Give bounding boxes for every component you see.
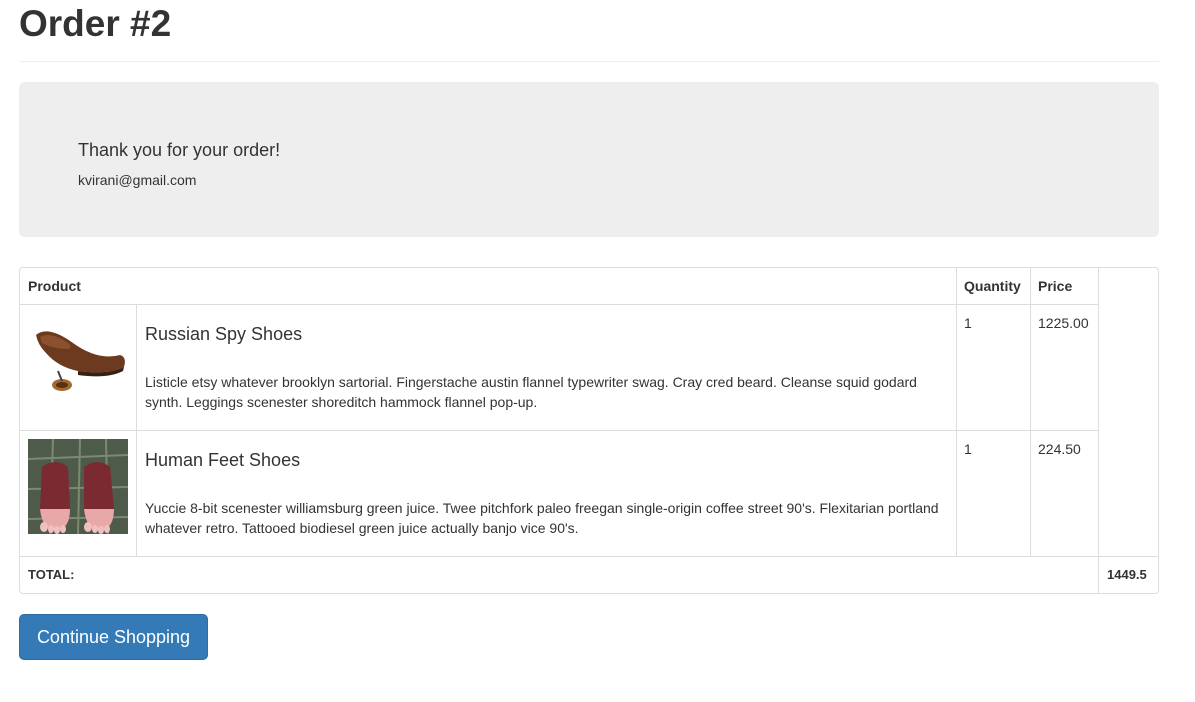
order-confirmation-panel: Thank you for your order! kvirani@gmail.… [19,82,1159,237]
product-price: 1225.00 [1038,315,1089,331]
price-column-end [1098,268,1099,556]
price-column-divider [1030,268,1031,556]
total-value: 1449.5 [1107,567,1147,582]
product-quantity: 1 [964,315,972,331]
customer-email: kvirani@gmail.com [78,172,197,188]
header-product: Product [28,278,81,294]
header-divider [20,304,1098,305]
quantity-column-divider [956,268,957,556]
total-label: TOTAL: [28,567,75,582]
brown-spy-shoe-image [28,313,128,408]
title-divider [19,61,1159,62]
product-quantity: 1 [964,441,972,457]
confirmation-heading: Thank you for your order! [78,140,281,160]
total-value-divider [1098,556,1099,593]
page-title: Order #2 [19,3,172,44]
product-name[interactable]: Russian Spy Shoes [145,323,302,345]
product-description: Listicle etsy whatever brooklyn sartoria… [145,374,917,410]
header-price: Price [1038,278,1073,294]
product-name[interactable]: Human Feet Shoes [145,449,300,471]
image-column-divider [136,304,137,556]
order-page: Order #2 Thank you for your order! kvira… [0,0,1195,702]
order-items-table: Product Quantity Price Russian Spy Shoes… [19,267,1159,594]
row-divider [20,430,1098,431]
continue-shopping-button[interactable]: Continue Shopping [19,614,208,660]
product-description: Yuccie 8-bit scenester williamsburg gree… [145,500,939,536]
total-divider [20,556,1158,557]
product-price: 224.50 [1038,441,1081,457]
human-feet-shoes-image [28,439,128,534]
header-quantity: Quantity [964,278,1021,294]
